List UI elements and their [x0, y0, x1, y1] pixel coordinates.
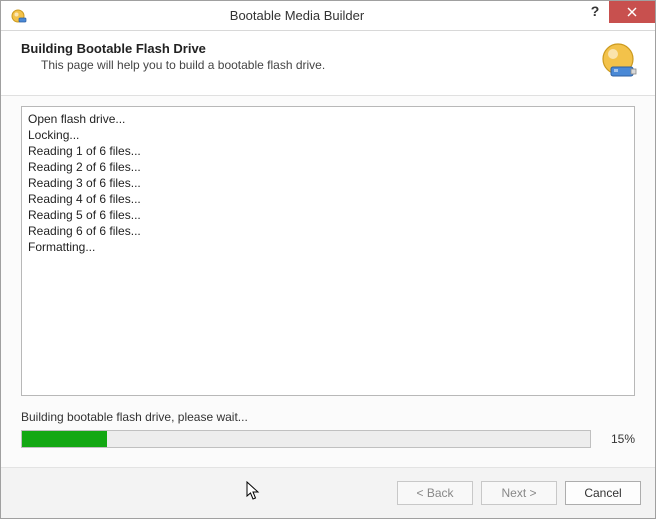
log-line: Locking...	[28, 127, 628, 143]
log-line: Reading 6 of 6 files...	[28, 223, 628, 239]
progress-row: 15%	[21, 430, 635, 448]
wizard-window: Bootable Media Builder ? Building Bootab…	[0, 0, 656, 519]
page-title: Building Bootable Flash Drive	[21, 41, 597, 56]
log-line: Reading 3 of 6 files...	[28, 175, 628, 191]
log-line: Reading 5 of 6 files...	[28, 207, 628, 223]
back-button[interactable]: < Back	[397, 481, 473, 505]
progress-bar	[21, 430, 591, 448]
log-line: Formatting...	[28, 239, 628, 255]
progress-percent: 15%	[601, 432, 635, 446]
page-header-text: Building Bootable Flash Drive This page …	[21, 41, 597, 72]
cancel-button[interactable]: Cancel	[565, 481, 641, 505]
log-output[interactable]: Open flash drive... Locking... Reading 1…	[21, 106, 635, 396]
page-header: Building Bootable Flash Drive This page …	[1, 31, 655, 96]
log-line: Reading 4 of 6 files...	[28, 191, 628, 207]
wizard-footer: < Back Next > Cancel	[1, 468, 655, 518]
app-icon	[9, 6, 29, 26]
close-button[interactable]	[609, 1, 655, 23]
flash-drive-icon	[597, 41, 639, 83]
status-text: Building bootable flash drive, please wa…	[21, 410, 635, 424]
log-line: Open flash drive...	[28, 111, 628, 127]
log-line: Reading 1 of 6 files...	[28, 143, 628, 159]
next-button[interactable]: Next >	[481, 481, 557, 505]
page-subtitle: This page will help you to build a boota…	[21, 58, 597, 72]
window-controls: ?	[581, 1, 655, 23]
page-content: Open flash drive... Locking... Reading 1…	[1, 96, 655, 468]
help-button[interactable]: ?	[581, 1, 609, 23]
titlebar: Bootable Media Builder ?	[1, 1, 655, 31]
progress-fill	[22, 431, 107, 447]
window-title: Bootable Media Builder	[29, 8, 565, 23]
log-line: Reading 2 of 6 files...	[28, 159, 628, 175]
close-icon	[627, 7, 637, 17]
